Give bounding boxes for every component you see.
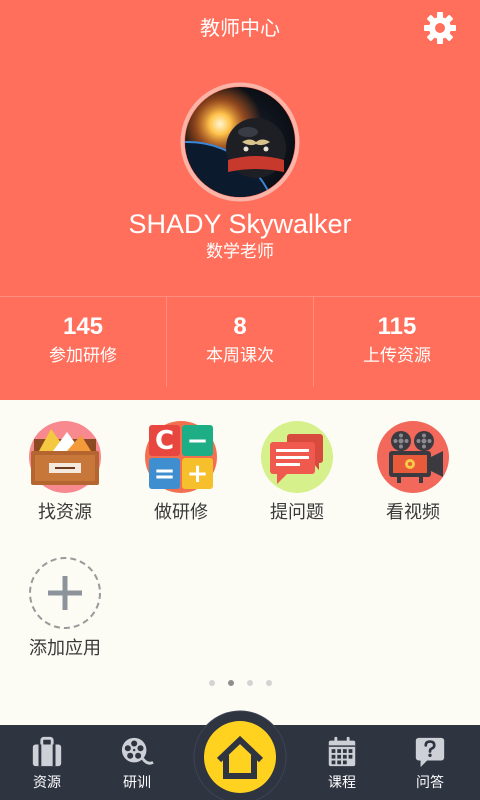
app-label: 提问题 [270, 502, 324, 523]
pager-dot [227, 680, 234, 686]
stat-value: 115 [377, 313, 417, 340]
settings-button[interactable] [422, 10, 458, 46]
avatar[interactable] [180, 82, 300, 202]
chat-bubbles-icon [261, 421, 333, 493]
pager-dot [208, 680, 215, 686]
tab-label: 课程 [328, 775, 356, 791]
resource-box-icon [29, 421, 101, 493]
page-title: 教师中心 [200, 16, 280, 40]
stat-value: 145 [62, 313, 104, 340]
gear-icon [424, 12, 456, 44]
stat-value: 8 [233, 313, 247, 340]
pager-dot [265, 680, 272, 686]
app-watch-video[interactable]: 看视频 [355, 417, 471, 527]
pager-dot [246, 680, 253, 686]
page-indicator [0, 680, 480, 686]
stat-uploads[interactable]: 115 上传资源 [313, 297, 480, 387]
app-label: 添加应用 [29, 638, 101, 659]
stat-label: 本周课次 [206, 346, 274, 366]
profile-header: 教师中心 SHADY Skywalker 数学老师 145 参加研修 8 本周课… [0, 0, 480, 400]
tab-qa[interactable]: 问答 [390, 725, 470, 800]
tab-label: 问答 [416, 775, 444, 791]
profile-role: 数学老师 [206, 242, 274, 262]
tab-label: 资源 [33, 775, 61, 791]
add-icon [29, 557, 101, 629]
video-camera-icon [377, 421, 449, 493]
calculator-icon: C − = + [145, 421, 217, 493]
home-button[interactable] [192, 710, 288, 800]
calc-key-equals: = [154, 459, 176, 489]
stat-label: 参加研修 [49, 346, 117, 366]
app-label: 找资源 [38, 502, 92, 523]
tab-resources[interactable]: 资源 [7, 725, 87, 800]
calc-key-minus: − [187, 426, 209, 456]
calc-key-plus: + [187, 459, 209, 489]
calc-key-clear: C [155, 426, 174, 456]
app-ask-question[interactable]: 提问题 [239, 417, 355, 527]
stat-weekly-classes[interactable]: 8 本周课次 [166, 297, 313, 387]
stat-trainings[interactable]: 145 参加研修 [0, 297, 166, 387]
app-add[interactable]: 添加应用 [7, 553, 123, 663]
tab-label: 研训 [123, 775, 151, 791]
tab-training[interactable]: 研训 [97, 725, 177, 800]
profile-name: SHADY Skywalker [128, 209, 352, 239]
stat-label: 上传资源 [363, 346, 431, 366]
suitcase-icon [32, 736, 62, 767]
app-find-resources[interactable]: 找资源 [7, 417, 123, 527]
question-bubble-icon [415, 737, 445, 768]
app-label: 做研修 [154, 502, 208, 523]
calendar-icon [328, 736, 356, 767]
home-icon [193, 710, 287, 800]
app-do-training[interactable]: C − = + 做研修 [123, 417, 239, 527]
app-label: 看视频 [386, 502, 440, 523]
film-reel-icon [121, 737, 154, 765]
tab-courses[interactable]: 课程 [302, 725, 382, 800]
teacher-center-screen: 教师中心 SHADY Skywalker 数学老师 145 参加研修 8 本周课… [0, 0, 480, 800]
avatar-image [180, 82, 300, 202]
stats-row: 145 参加研修 8 本周课次 115 上传资源 [0, 296, 480, 400]
